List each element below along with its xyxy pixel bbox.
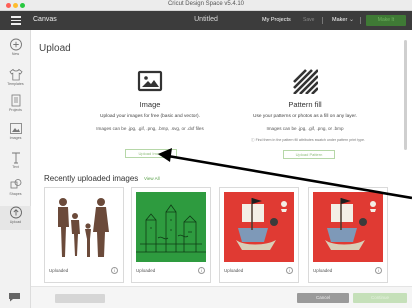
sidebar-item-label: Upload — [9, 220, 22, 224]
scrollbar-thumb[interactable] — [404, 40, 407, 150]
header-divider — [360, 17, 361, 24]
image-option-description: Upload your images for free (basic and v… — [100, 114, 200, 119]
sidebar-item-templates[interactable]: Templates — [0, 68, 31, 92]
sidebar-item-upload[interactable]: Upload — [0, 206, 31, 230]
sidebar-item-label: Text — [12, 165, 19, 169]
back-button[interactable] — [55, 294, 105, 303]
image-option-file-types: Images can be .jpg, .gif, .png, .bmp, .s… — [96, 126, 204, 131]
view-all-link[interactable]: View All — [144, 176, 160, 181]
image-option-title: Image — [139, 100, 161, 109]
uploaded-image-card[interactable]: Uploaded i — [131, 187, 211, 283]
uploaded-image-card[interactable]: Uploaded i — [44, 187, 124, 283]
my-projects-link[interactable]: My Projects — [262, 17, 291, 23]
shirt-icon — [8, 68, 23, 81]
pattern-option-file-types: Images can be .jpg, .gif, .png, or .bmp — [266, 126, 344, 131]
page-title: Upload — [39, 43, 71, 54]
pattern-upload-option: Pattern fill Use your patterns or photos… — [220, 58, 390, 188]
app-header: Canvas Untitled My Projects Save Maker ⌄… — [0, 11, 412, 30]
pattern-option-title: Pattern fill — [288, 100, 322, 109]
header-divider — [322, 17, 323, 24]
info-icon: ⓘ — [250, 138, 255, 142]
continue-button[interactable]: Continue — [353, 293, 407, 303]
upload-panel: Upload Image Upload your images for free… — [31, 30, 412, 308]
uploaded-image-card[interactable]: Uploaded i — [219, 187, 299, 283]
pirate-ship-thumbnail — [313, 192, 383, 262]
app-name: Canvas — [33, 16, 57, 23]
recent-uploads-title: Recently uploaded images — [44, 174, 139, 183]
sidebar-item-projects[interactable]: Projects — [0, 94, 31, 118]
upload-icon — [9, 206, 22, 219]
sidebar-item-shapes[interactable]: Shapes — [0, 178, 31, 202]
green-castle-thumbnail — [136, 192, 206, 262]
sidebar-item-new[interactable]: New — [0, 38, 31, 62]
pattern-option-description: Use your patterns or photos as a fill on… — [253, 114, 357, 119]
bottom-action-bar: Cancel Continue — [31, 286, 412, 308]
sidebar-item-text[interactable]: Text — [0, 151, 31, 175]
save-link[interactable]: Save — [303, 17, 314, 23]
sidebar-item-label: Shapes — [9, 192, 22, 196]
card-label: Uploaded — [313, 268, 333, 273]
image-upload-option: Image Upload your images for free (basic… — [65, 58, 235, 188]
app-window: Cricut Design Space v5.4.10 Canvas Untit… — [0, 0, 412, 308]
info-icon[interactable]: i — [198, 267, 205, 274]
sidebar-item-label: New — [11, 52, 20, 56]
window-titlebar: Cricut Design Space v5.4.10 — [0, 0, 412, 11]
window-title: Cricut Design Space v5.4.10 — [167, 1, 245, 7]
chevron-down-icon[interactable]: ⌄ — [349, 16, 354, 23]
chat-icon[interactable] — [8, 292, 21, 302]
shapes-icon — [10, 179, 21, 189]
image-icon — [137, 70, 163, 92]
document-title[interactable]: Untitled — [194, 16, 218, 23]
text-icon — [11, 152, 20, 164]
upload-pattern-button[interactable]: Upload Pattern — [283, 150, 335, 159]
card-label: Uploaded — [224, 268, 244, 273]
make-it-button[interactable]: Make It — [366, 15, 406, 26]
pirate-ship-thumbnail — [224, 192, 294, 262]
uploaded-image-card[interactable]: Uploaded i — [308, 187, 388, 283]
left-sidebar: New Templates Projects Images Text Shape… — [0, 30, 31, 308]
family-silhouette-thumbnail — [58, 198, 109, 257]
pattern-option-note: ⓘ Find them in the pattern fill attribut… — [226, 138, 390, 143]
plus-circle-icon — [9, 38, 22, 51]
sidebar-item-label: Images — [9, 136, 22, 140]
card-label: Uploaded — [136, 268, 156, 273]
info-icon[interactable]: i — [111, 267, 118, 274]
info-icon[interactable]: i — [375, 267, 382, 274]
sidebar-item-images[interactable]: Images — [0, 122, 31, 146]
sidebar-item-label: Templates — [7, 82, 24, 86]
projects-icon — [11, 94, 20, 107]
hamburger-menu-icon[interactable] — [11, 16, 21, 25]
cancel-button[interactable]: Cancel — [297, 293, 349, 303]
upload-image-button[interactable]: Upload Image — [125, 149, 177, 158]
pattern-fill-icon — [293, 69, 318, 94]
sidebar-item-label: Projects — [9, 108, 22, 112]
info-icon[interactable]: i — [286, 267, 293, 274]
images-icon — [9, 123, 22, 134]
vertical-scrollbar[interactable] — [404, 32, 408, 282]
card-label: Uploaded — [49, 268, 69, 273]
machine-select[interactable]: Maker — [332, 17, 347, 23]
pattern-option-note-text: Find them in the pattern fill attributes… — [255, 138, 366, 142]
